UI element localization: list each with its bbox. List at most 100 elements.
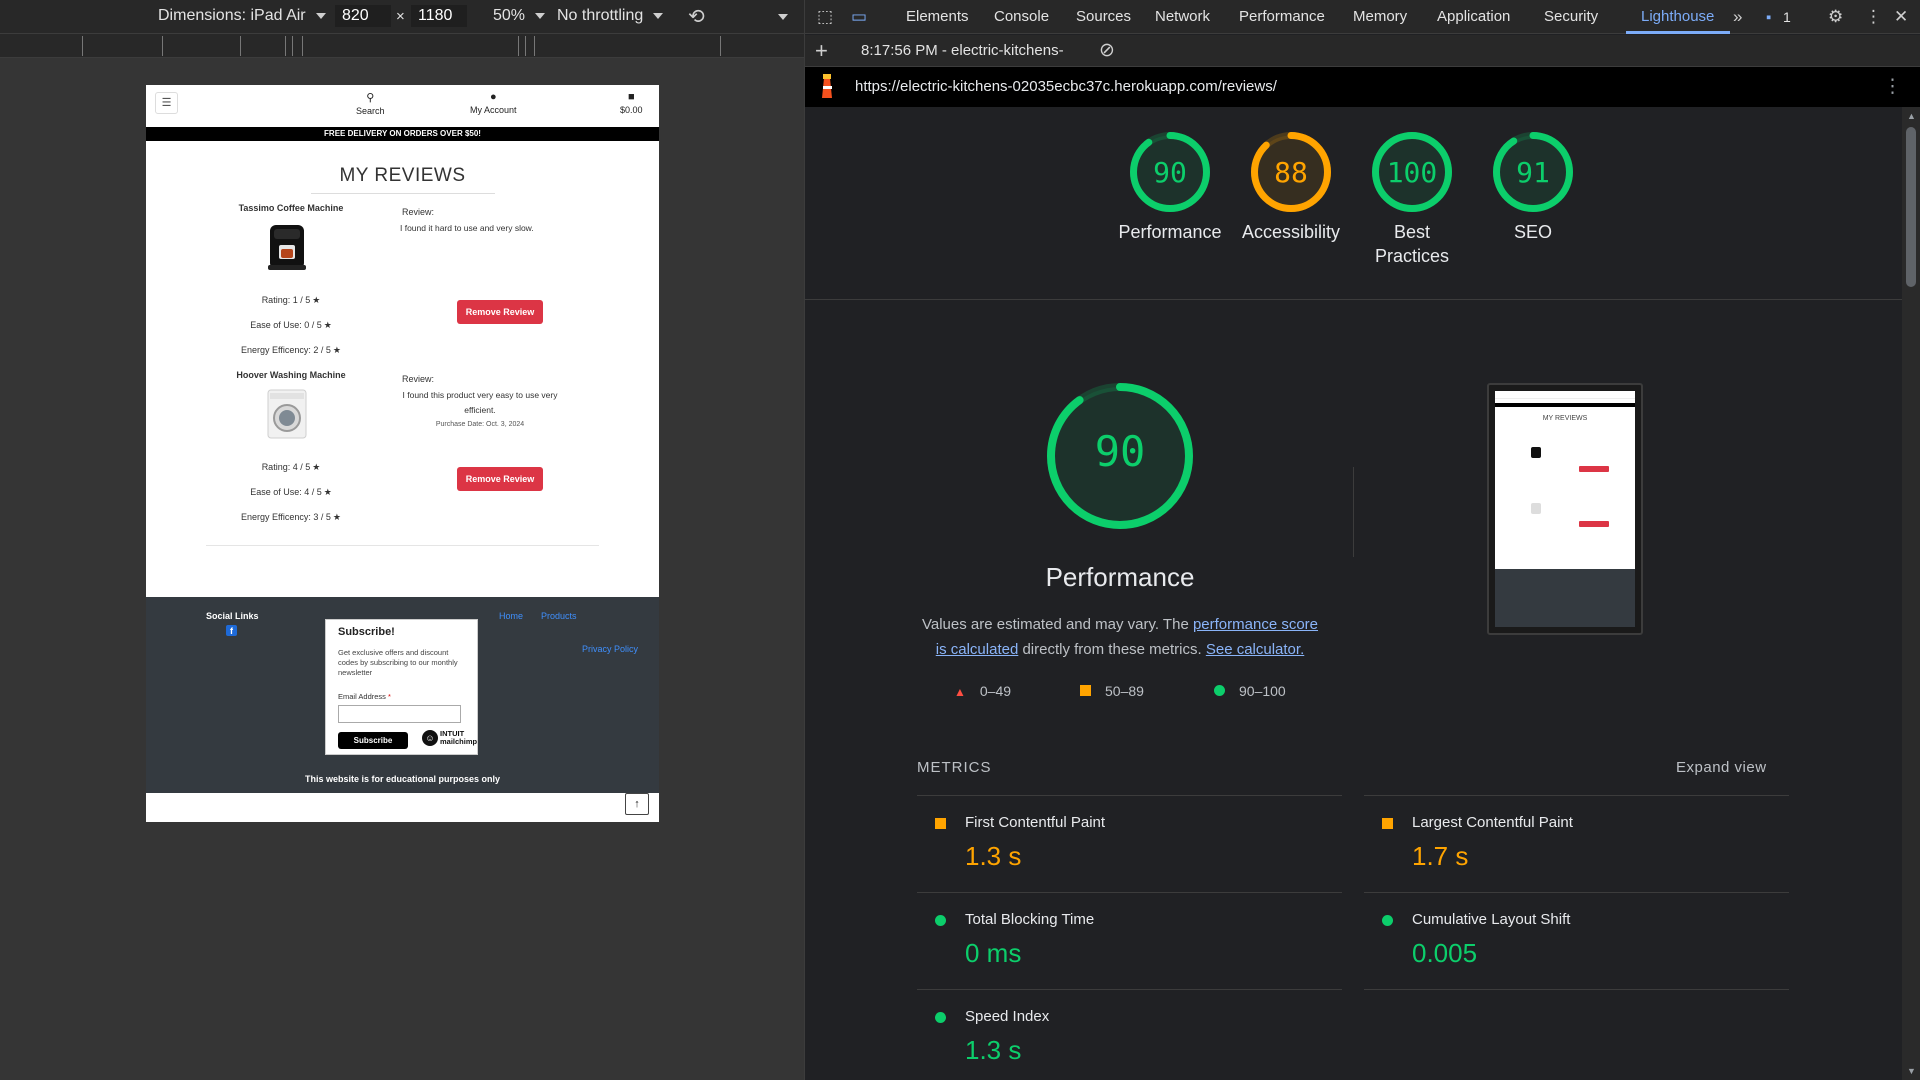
- metric-value: 1.7 s: [1412, 841, 1469, 871]
- gauge-performance[interactable]: 90 Performance: [1110, 130, 1230, 244]
- footer-home-link[interactable]: Home: [499, 611, 523, 621]
- footer-products-link[interactable]: Products: [541, 611, 577, 621]
- report-selector[interactable]: 8:17:56 PM - electric-kitchens-: [861, 42, 1064, 59]
- more-vertical-icon[interactable]: ⋮: [1865, 7, 1882, 27]
- back-to-top-arrow-icon[interactable]: ↑: [625, 793, 649, 815]
- lighthouse-report-bar: + 8:17:56 PM - electric-kitchens- ⊘: [805, 35, 1920, 67]
- device-dimensions-dropdown[interactable]: Dimensions: iPad Air: [158, 7, 326, 25]
- metric-value: 1.3 s: [965, 841, 1022, 871]
- cart-link[interactable]: ■ $0.00: [620, 91, 643, 115]
- energy-line: Energy Efficency: 3 / 5 ★: [216, 512, 366, 523]
- newsletter-box: Subscribe! Get exclusive offers and disc…: [325, 619, 478, 755]
- review-card: Hoover Washing Machine Rating: 4 / 5 ★ Ea…: [146, 370, 659, 530]
- scroll-down-icon[interactable]: ▼: [1907, 1066, 1916, 1076]
- star-icon: ★: [323, 320, 332, 330]
- legend-average: 50–89: [1080, 683, 1144, 699]
- clear-reports-icon[interactable]: ⊘: [1099, 39, 1115, 62]
- metric-largest-contentful-paint: Largest Contentful Paint 1.7 s: [1364, 795, 1789, 892]
- remove-review-button[interactable]: Remove Review: [457, 467, 543, 491]
- tab-application[interactable]: Application: [1437, 8, 1510, 25]
- expand-view-toggle[interactable]: Expand view: [1676, 759, 1767, 776]
- facebook-icon[interactable]: f: [226, 625, 237, 636]
- scroll-up-icon[interactable]: ▲: [1907, 111, 1916, 121]
- hamburger-menu-icon[interactable]: ☰: [155, 92, 178, 114]
- legend-pass-label: 90–100: [1239, 683, 1286, 699]
- tab-network[interactable]: Network: [1155, 8, 1210, 25]
- final-screenshot-thumbnail[interactable]: MY REVIEWS: [1487, 383, 1643, 635]
- my-account-link[interactable]: ● My Account: [470, 91, 517, 115]
- see-calculator-link[interactable]: See calculator.: [1206, 641, 1304, 658]
- gauge-value: 88: [1274, 156, 1308, 189]
- ease-line: Ease of Use: 0 / 5 ★: [216, 320, 366, 331]
- rotate-icon[interactable]: ⟲: [688, 4, 705, 29]
- close-icon[interactable]: ✕: [1894, 7, 1908, 27]
- purchase-date: Purchase Date: Oct. 3, 2024: [435, 421, 525, 428]
- tab-security[interactable]: Security: [1544, 8, 1598, 25]
- delivery-banner: FREE DELIVERY ON ORDERS OVER $50!: [146, 127, 659, 141]
- throttling-dropdown[interactable]: No throttling: [557, 7, 664, 25]
- shopping-bag-icon: ■: [627, 91, 635, 103]
- issues-icon[interactable]: ▪: [1766, 9, 1771, 26]
- settings-gear-icon[interactable]: ⚙: [1828, 7, 1843, 27]
- inspect-element-icon[interactable]: ⬚: [817, 7, 833, 27]
- tab-lighthouse[interactable]: Lighthouse: [1641, 8, 1714, 25]
- washing-machine-image: [262, 388, 312, 440]
- star-icon: ★: [312, 462, 321, 472]
- height-input[interactable]: [411, 5, 467, 27]
- gauge-best-practices[interactable]: 100 Best Practices: [1352, 130, 1472, 268]
- lighthouse-report: 90 Performance 88 Accessibility 100 Best…: [805, 107, 1903, 1080]
- metric-name: Total Blocking Time: [965, 911, 1095, 928]
- gauge-label: SEO: [1513, 222, 1552, 242]
- social-links-title: Social Links: [206, 611, 259, 621]
- email-field[interactable]: [338, 705, 461, 723]
- report-menu-icon[interactable]: ⋮: [1883, 75, 1902, 98]
- zoom-label: 50%: [493, 7, 526, 24]
- thumbnail-footer: [1495, 569, 1635, 627]
- device-dimensions-label: Dimensions: iPad Air: [158, 7, 306, 24]
- tab-elements[interactable]: Elements: [906, 8, 969, 25]
- review-card: Tassimo Coffee Machine Rating: 1 / 5 ★ Ea…: [146, 203, 659, 363]
- tab-console[interactable]: Console: [994, 8, 1049, 25]
- coffee-machine-image: [262, 221, 312, 273]
- review-text: I found this product very easy to use ve…: [402, 390, 558, 415]
- device-toolbar-icon[interactable]: ▭: [851, 7, 867, 27]
- gauge-value: 100: [1386, 156, 1438, 189]
- thumbnail-title: MY REVIEWS: [1542, 415, 1588, 422]
- active-tab-indicator: [1626, 31, 1730, 34]
- search-link[interactable]: ⚲ Search: [356, 91, 385, 116]
- tab-sources[interactable]: Sources: [1076, 8, 1131, 25]
- more-options-chevron-icon[interactable]: [778, 14, 788, 20]
- rating-text: Rating: 1 / 5: [261, 295, 311, 305]
- footer-privacy-link[interactable]: Privacy Policy: [582, 644, 638, 654]
- devtools-tab-bar: ⬚ ▭ Elements Console Sources Network Per…: [805, 0, 1920, 34]
- gauge-seo[interactable]: 91 SEO: [1473, 130, 1593, 244]
- review-text: I found it hard to use and very slow.: [400, 223, 534, 233]
- emulated-page: ☰ ⚲ Search ● My Account ■ $0.00 FREE DEL…: [146, 85, 659, 822]
- gauge-accessibility[interactable]: 88 Accessibility: [1231, 130, 1351, 244]
- new-report-plus-icon[interactable]: +: [815, 38, 828, 64]
- subscribe-button[interactable]: Subscribe: [338, 732, 408, 749]
- zoom-dropdown[interactable]: 50%: [493, 7, 546, 25]
- report-scrollbar[interactable]: ▲ ▼: [1902, 107, 1920, 1080]
- green-circle-icon: [1382, 915, 1393, 926]
- issues-count[interactable]: 1: [1783, 9, 1791, 25]
- metric-cumulative-layout-shift: Cumulative Layout Shift 0.005: [1364, 892, 1789, 989]
- report-url[interactable]: https://electric-kitchens-02035ecbc37c.h…: [855, 78, 1277, 95]
- device-pane: Dimensions: iPad Air × 50% No throttling…: [0, 0, 804, 1080]
- tab-performance[interactable]: Performance: [1239, 8, 1325, 25]
- metric-name: First Contentful Paint: [965, 814, 1106, 831]
- gauge-value: 91: [1516, 156, 1550, 189]
- ruler-tick: [525, 36, 526, 56]
- width-input[interactable]: [335, 5, 391, 27]
- chevron-down-icon: [315, 13, 326, 19]
- scrollbar-thumb[interactable]: [1906, 127, 1916, 287]
- more-tabs-chevron-icon[interactable]: »: [1733, 7, 1742, 27]
- device-toolbar: Dimensions: iPad Air × 50% No throttling…: [0, 0, 804, 34]
- tab-memory[interactable]: Memory: [1353, 8, 1407, 25]
- performance-heading: Performance: [1045, 562, 1195, 592]
- metric-value: 0.005: [1412, 938, 1478, 968]
- email-label: Email Address *: [338, 692, 465, 701]
- subscribe-title: Subscribe!: [338, 626, 395, 638]
- screen: Dimensions: iPad Air × 50% No throttling…: [0, 0, 1920, 1080]
- remove-review-button[interactable]: Remove Review: [457, 300, 543, 324]
